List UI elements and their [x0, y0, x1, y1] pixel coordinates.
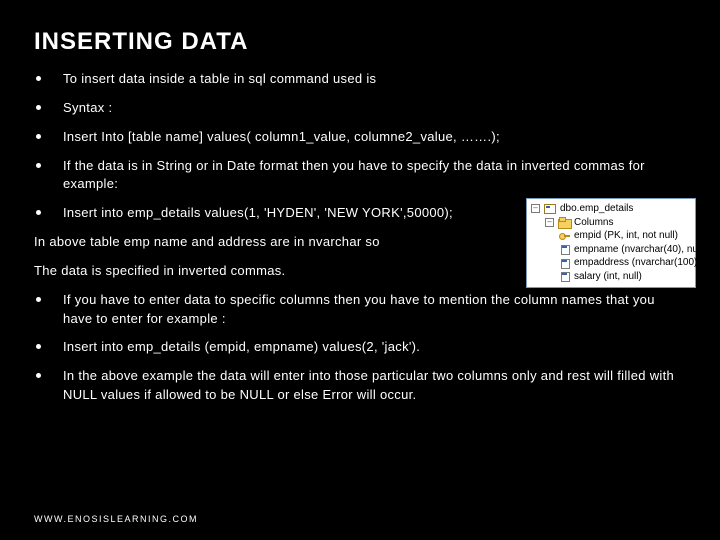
table-icon [544, 204, 556, 214]
bullet-item: In the above example the data will enter… [63, 367, 686, 405]
tree-node-column[interactable]: empid (PK, int, not null) [531, 229, 691, 243]
tree-label: salary (int, null) [574, 270, 642, 284]
tree-label: empname (nvarchar(40), null) [574, 243, 706, 257]
collapse-icon[interactable]: – [545, 218, 554, 227]
object-explorer-panel: – dbo.emp_details – Columns empid (PK, i… [526, 198, 696, 288]
bullet-item: Syntax : [63, 99, 686, 118]
column-icon [559, 258, 570, 268]
footer-url: WWW.ENOSISLEARNING.COM [34, 514, 198, 524]
folder-icon [558, 218, 570, 227]
tree-label: dbo.emp_details [560, 202, 633, 216]
column-icon [559, 244, 570, 254]
tree-node-columns-folder[interactable]: – Columns [531, 216, 691, 230]
bullet-item: If you have to enter data to specific co… [63, 291, 686, 329]
tree-label: Columns [574, 216, 613, 230]
tree-label: empid (PK, int, not null) [574, 229, 678, 243]
tree-label: empaddress (nvarchar(100), not null) [574, 256, 720, 270]
slide-title: INSERTING DATA [34, 28, 686, 56]
collapse-icon[interactable]: – [531, 204, 540, 213]
tree-node-column[interactable]: empname (nvarchar(40), null) [531, 243, 691, 257]
bullet-item: Insert into emp_details (empid, empname)… [63, 338, 686, 357]
bullet-item: Insert Into [table name] values( column1… [63, 128, 686, 147]
tree-node-column[interactable]: salary (int, null) [531, 270, 691, 284]
tree-node-column[interactable]: empaddress (nvarchar(100), not null) [531, 256, 691, 270]
bullet-list-2: If you have to enter data to specific co… [34, 291, 686, 405]
tree-node-table[interactable]: – dbo.emp_details [531, 202, 691, 216]
key-icon [559, 232, 570, 240]
bullet-item: To insert data inside a table in sql com… [63, 70, 686, 89]
column-icon [559, 271, 570, 281]
bullet-item: If the data is in String or in Date form… [63, 157, 686, 195]
